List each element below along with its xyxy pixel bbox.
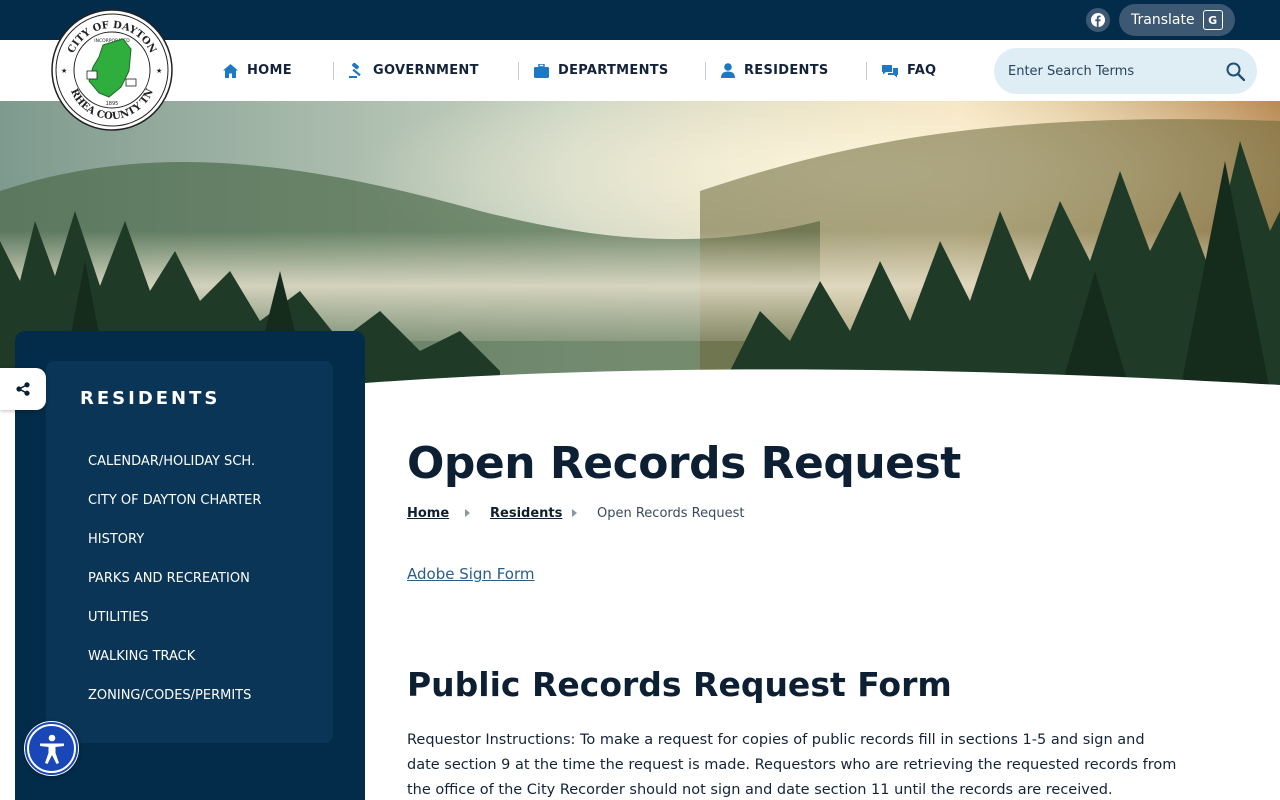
gavel-icon — [349, 63, 361, 78]
seal-year: 1895 — [106, 101, 119, 107]
sidebar-item-zoning[interactable]: ZONING/CODES/PERMITS — [88, 688, 251, 703]
accessibility-ring — [25, 722, 78, 775]
page-title: Open Records Request — [407, 438, 961, 489]
nav-label-residents: RESIDENTS — [744, 63, 829, 78]
top-utility-bar: Translate G — [0, 0, 1280, 40]
svg-text:★: ★ — [156, 67, 162, 75]
home-icon — [223, 63, 238, 78]
google-translate-icon: G — [1202, 10, 1223, 30]
search-box — [994, 48, 1257, 94]
sidebar-item-history[interactable]: HISTORY — [88, 532, 144, 547]
facebook-button[interactable] — [1086, 8, 1110, 32]
breadcrumb-residents[interactable]: Residents — [490, 506, 562, 521]
facebook-icon — [1091, 13, 1105, 27]
sidebar-title: RESIDENTS — [80, 388, 221, 409]
breadcrumb-separator — [465, 509, 470, 517]
share-button[interactable] — [0, 368, 46, 410]
main-navigation: HOME GOVERNMENT DEPARTMENTS RESIDENTS FA… — [0, 40, 1280, 101]
nav-divider — [705, 62, 706, 80]
nav-item-faq[interactable]: FAQ — [882, 40, 936, 101]
accessibility-button[interactable] — [24, 721, 79, 776]
nav-divider — [333, 62, 334, 80]
form-heading: Public Records Request Form — [407, 665, 952, 704]
accessibility-icon — [39, 734, 64, 764]
briefcase-icon — [534, 63, 549, 78]
sidebar-item-calendar[interactable]: CALENDAR/HOLIDAY SCH. — [88, 454, 255, 469]
search-input[interactable] — [1008, 63, 1226, 79]
nav-item-departments[interactable]: DEPARTMENTS — [534, 40, 669, 101]
nav-divider — [866, 62, 867, 80]
nav-label-faq: FAQ — [907, 63, 937, 78]
adobe-sign-form-link[interactable]: Adobe Sign Form — [407, 565, 535, 583]
nav-item-home[interactable]: HOME — [223, 40, 292, 101]
nav-label-government: GOVERNMENT — [373, 63, 479, 78]
nav-divider — [518, 62, 519, 80]
nav-label-home: HOME — [247, 63, 292, 78]
svg-text:★: ★ — [61, 67, 67, 75]
requestor-instructions: Requestor Instructions: To make a reques… — [407, 732, 1177, 798]
nav-item-government[interactable]: GOVERNMENT — [349, 40, 479, 101]
breadcrumb-separator — [572, 509, 577, 517]
sidebar-item-charter[interactable]: CITY OF DAYTON CHARTER — [88, 493, 261, 508]
sidebar-item-utilities[interactable]: UTILITIES — [88, 610, 149, 625]
breadcrumb-home[interactable]: Home — [407, 506, 449, 521]
nav-label-departments: DEPARTMENTS — [558, 63, 669, 78]
chat-icon — [882, 64, 898, 77]
nav-item-residents[interactable]: RESIDENTS — [721, 40, 829, 101]
person-icon — [721, 63, 735, 78]
translate-label: Translate — [1131, 12, 1195, 28]
sidebar-item-walking-track[interactable]: WALKING TRACK — [88, 649, 195, 664]
share-icon — [16, 382, 30, 396]
city-seal-logo[interactable]: CITY OF DAYTON RHEA COUNTY TN INCORPORAT… — [51, 9, 173, 131]
sidebar-menu-box — [46, 361, 333, 743]
translate-button[interactable]: Translate G — [1119, 4, 1235, 36]
search-icon[interactable] — [1226, 62, 1245, 81]
sidebar-item-parks[interactable]: PARKS AND RECREATION — [88, 571, 250, 586]
breadcrumb-current: Open Records Request — [597, 506, 745, 521]
